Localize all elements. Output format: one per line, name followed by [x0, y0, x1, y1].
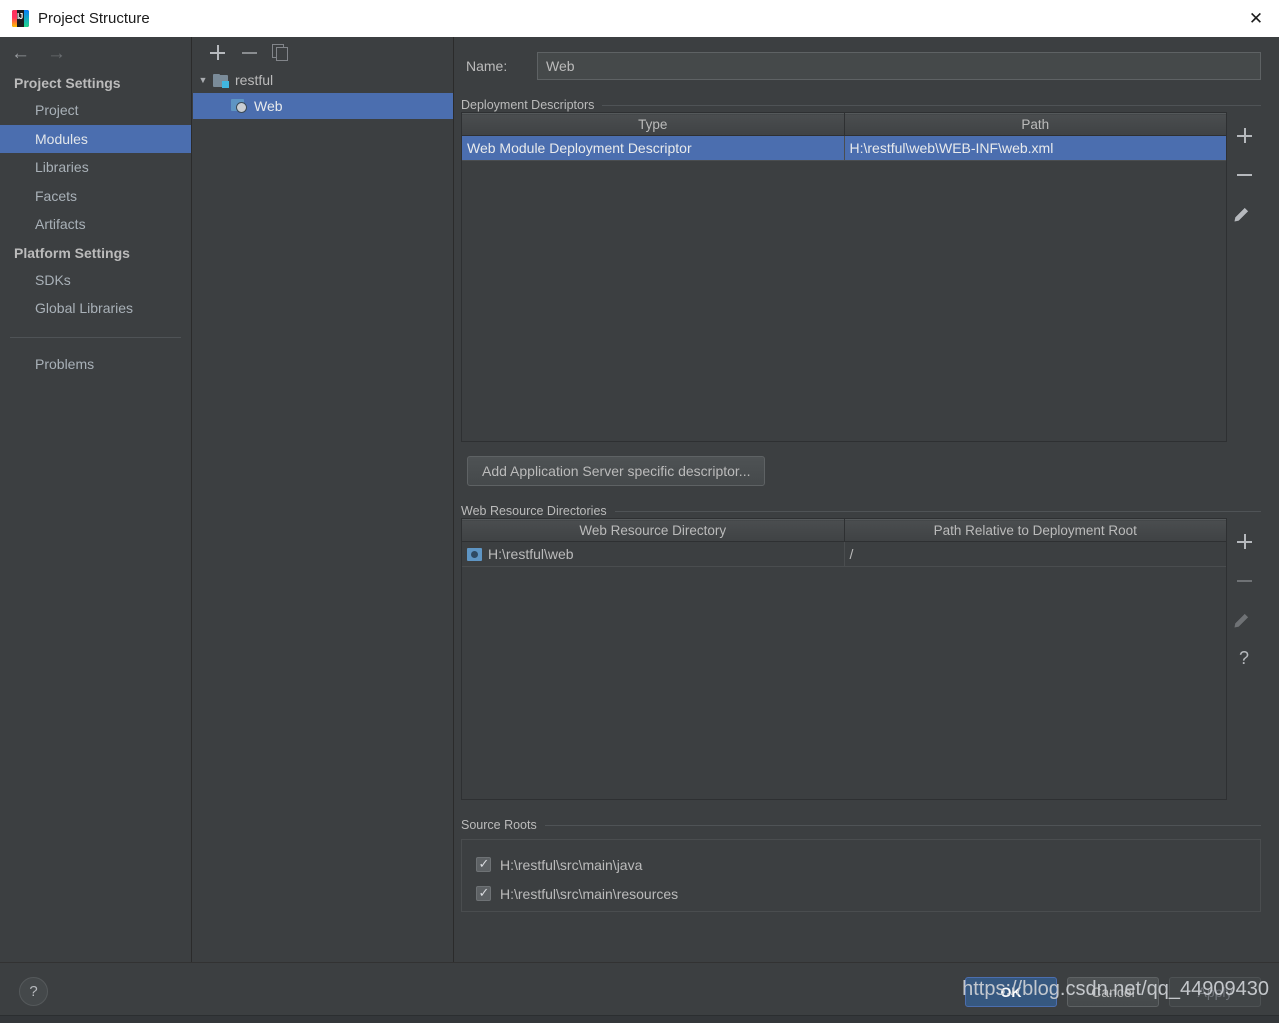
section-divider	[602, 104, 1261, 106]
web-resource-folder-icon	[467, 548, 482, 561]
add-descriptor-button-wrap: Add Application Server specific descript…	[461, 442, 1261, 486]
chevron-down-icon[interactable]: ▼	[193, 75, 213, 85]
project-structure-dialog: IJ Project Structure ✕ ← → Project Setti…	[0, 0, 1279, 1023]
source-root-label: H:\restful\src\main\java	[500, 856, 643, 873]
arrow-left-icon[interactable]: ←	[11, 44, 30, 63]
cell-web-resource-directory[interactable]: H:\restful\web	[462, 541, 845, 567]
deployment-descriptors-section: Deployment Descriptors Type Path Web Mod…	[461, 80, 1261, 486]
source-roots-list: H:\restful\src\main\java H:\restful\src\…	[461, 839, 1261, 912]
sidebar-item-artifacts[interactable]: Artifacts	[0, 210, 191, 239]
section-divider	[544, 824, 1261, 826]
question-icon[interactable]: ?	[1235, 649, 1254, 668]
sidebar-item-sdks[interactable]: SDKs	[0, 266, 191, 295]
sidebar-item-libraries[interactable]: Libraries	[0, 153, 191, 182]
dialog-footer: ? OK Cancel Apply	[0, 962, 1279, 1015]
tree-node-restful[interactable]: ▼ restful	[193, 67, 453, 93]
cell-directory-label: H:\restful\web	[488, 546, 574, 562]
column-header-type[interactable]: Type	[462, 113, 845, 136]
web-resource-directories-header: Web Resource Directories	[461, 486, 1261, 518]
window-title: Project Structure	[38, 10, 150, 27]
module-tree-toolbar	[193, 37, 453, 67]
web-resource-directories-section: Web Resource Directories Web Resource Di…	[461, 486, 1261, 800]
section-title: Deployment Descriptors	[461, 98, 595, 112]
cell-relative-path[interactable]: /	[844, 541, 1226, 567]
apply-button: Apply	[1169, 977, 1261, 1007]
module-settings-pane: Name: Deployment Descriptors Type Path	[455, 37, 1279, 962]
pencil-icon[interactable]	[1235, 204, 1254, 223]
cell-path[interactable]: H:\restful\web\WEB-INF\web.xml	[844, 135, 1226, 161]
minus-icon[interactable]	[240, 43, 259, 62]
table-header-row: Web Resource Directory Path Relative to …	[462, 519, 1226, 542]
plus-icon[interactable]	[1235, 126, 1254, 145]
section-title: Source Roots	[461, 818, 537, 832]
tree-node-label: Web	[254, 98, 283, 114]
module-folder-icon	[213, 73, 229, 88]
table-row[interactable]: H:\restful\web /	[462, 541, 1226, 567]
column-header-web-resource-directory[interactable]: Web Resource Directory	[462, 519, 845, 542]
section-title: Web Resource Directories	[461, 504, 607, 518]
dialog-buttons: OK Cancel Apply	[965, 977, 1261, 1007]
deployment-descriptors-toolbar	[1227, 112, 1261, 223]
web-resource-table-wrap: Web Resource Directory Path Relative to …	[461, 518, 1261, 800]
table-header-row: Type Path	[462, 113, 1226, 136]
sidebar-group-platform-settings: Platform Settings	[14, 244, 130, 261]
cell-type[interactable]: Web Module Deployment Descriptor	[462, 135, 845, 161]
source-roots-section: Source Roots H:\restful\src\main\java H:…	[461, 800, 1261, 912]
web-resource-directories-table: Web Resource Directory Path Relative to …	[461, 518, 1227, 800]
sidebar-item-facets[interactable]: Facets	[0, 182, 191, 211]
minus-icon	[1235, 571, 1254, 590]
title-bar: IJ Project Structure ✕	[0, 0, 1279, 37]
copy-icon[interactable]	[272, 43, 288, 61]
sidebar-item-project[interactable]: Project	[0, 96, 191, 125]
add-application-server-descriptor-button[interactable]: Add Application Server specific descript…	[467, 456, 766, 486]
cancel-button[interactable]: Cancel	[1067, 977, 1159, 1007]
sidebar-group-project-settings: Project Settings	[14, 75, 121, 91]
sidebar-nav-arrows: ← →	[0, 37, 191, 69]
source-roots-header: Source Roots	[461, 800, 1261, 832]
sidebar-item-modules[interactable]: Modules	[0, 124, 191, 153]
sidebar-item-problems[interactable]: Problems	[0, 350, 191, 379]
web-facet-icon	[231, 99, 247, 113]
pencil-icon	[1235, 610, 1254, 629]
tree-node-label: restful	[235, 72, 274, 88]
intellij-idea-icon: IJ	[12, 10, 29, 27]
module-name-row: Name:	[455, 37, 1279, 80]
section-divider	[614, 510, 1261, 512]
arrow-right-icon[interactable]: →	[47, 44, 66, 63]
source-root-checkbox[interactable]	[476, 885, 491, 901]
taskbar-strip	[0, 1015, 1279, 1023]
module-name-label: Name:	[466, 58, 508, 74]
deployment-descriptors-table: Type Path Web Module Deployment Descript…	[461, 112, 1227, 442]
plus-icon[interactable]	[208, 43, 227, 62]
sidebar-item-global-libraries[interactable]: Global Libraries	[0, 294, 191, 323]
deployment-descriptors-table-wrap: Type Path Web Module Deployment Descript…	[461, 112, 1261, 442]
web-resource-directories-toolbar: ?	[1227, 518, 1261, 668]
source-root-checkbox[interactable]	[476, 856, 491, 872]
module-name-input[interactable]	[537, 52, 1261, 80]
column-header-relative-path[interactable]: Path Relative to Deployment Root	[844, 519, 1226, 542]
tree-node-web[interactable]: Web	[193, 93, 453, 119]
list-item[interactable]: H:\restful\src\main\java	[476, 850, 1260, 879]
list-item[interactable]: H:\restful\src\main\resources	[476, 879, 1260, 908]
settings-sidebar: ← → Project Settings Project Modules Lib…	[0, 37, 192, 962]
sidebar-divider	[10, 336, 181, 338]
source-root-label: H:\restful\src\main\resources	[500, 885, 679, 902]
module-tree-panel: ▼ restful Web	[193, 37, 454, 962]
plus-icon[interactable]	[1235, 532, 1254, 551]
table-row[interactable]: Web Module Deployment Descriptor H:\rest…	[462, 135, 1226, 161]
question-icon[interactable]: ?	[19, 977, 48, 1006]
column-header-path[interactable]: Path	[844, 113, 1226, 136]
close-icon[interactable]: ✕	[1233, 0, 1279, 37]
deployment-descriptors-header: Deployment Descriptors	[461, 80, 1261, 112]
minus-icon[interactable]	[1235, 165, 1254, 184]
ok-button[interactable]: OK	[965, 977, 1057, 1007]
